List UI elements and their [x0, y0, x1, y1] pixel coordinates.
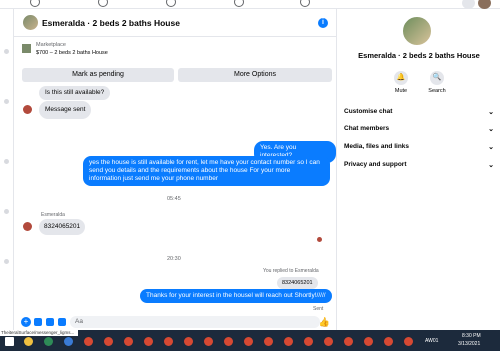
section-customise-chat[interactable]: Customise chat ⌄	[344, 108, 494, 120]
chevron-down-icon: ⌄	[488, 162, 494, 169]
conversation-name: Esmeralda · 2 beds 2 baths House	[358, 51, 480, 60]
chrome-icon[interactable]	[204, 337, 213, 346]
conversation-avatar[interactable]	[401, 15, 433, 47]
chrome-icon[interactable]	[244, 337, 253, 346]
rail-icon[interactable]	[4, 209, 9, 214]
mark-as-pending-button[interactable]: Mark as pending	[22, 68, 174, 82]
reply-note: You replied to Esmeralda	[263, 268, 319, 274]
top-nav	[0, 0, 500, 9]
plus-icon[interactable]: +	[21, 317, 31, 327]
message-bubble: yes the house is still available for ren…	[83, 156, 330, 186]
marketplace-listing[interactable]: Marketplace $700 – 2 beds 2 baths House	[22, 42, 332, 60]
section-label: Media, files and links	[344, 143, 410, 150]
message-bubble: 8324065201	[39, 219, 86, 235]
sender-name: Esmeralda	[41, 212, 65, 218]
taskbar-app-icon[interactable]	[44, 337, 53, 346]
mute-label: Mute	[394, 88, 408, 94]
home-icon[interactable]	[30, 0, 40, 7]
chrome-icon[interactable]	[264, 337, 273, 346]
groups-icon[interactable]	[234, 0, 244, 7]
chrome-icon[interactable]	[344, 337, 353, 346]
clock-date[interactable]: 3/13/2021	[458, 341, 480, 347]
chrome-icon[interactable]	[184, 337, 193, 346]
section-label: Privacy and support	[344, 161, 407, 168]
search-button[interactable]: 🔍 Search	[422, 71, 452, 94]
timestamp: 20:30	[167, 256, 181, 262]
chrome-icon[interactable]	[104, 337, 113, 346]
avatar	[23, 105, 32, 114]
menu-grid-icon[interactable]	[462, 0, 475, 9]
bell-icon: 🔔	[394, 71, 408, 85]
chevron-down-icon: ⌄	[488, 126, 494, 133]
watch-icon[interactable]	[98, 0, 108, 7]
profile-avatar[interactable]	[478, 0, 491, 9]
seen-avatar	[317, 237, 322, 242]
rail-icon[interactable]	[4, 99, 9, 104]
rail-icon[interactable]	[4, 159, 9, 164]
start-icon[interactable]	[5, 337, 14, 346]
taskbar-app-icon[interactable]	[24, 337, 33, 346]
image-icon[interactable]	[34, 318, 42, 326]
aw-label: AW01	[425, 338, 439, 344]
message-bubble: Message sent	[39, 101, 92, 119]
info-icon[interactable]: i	[318, 18, 328, 28]
section-chat-members[interactable]: Chat members ⌄	[344, 125, 494, 137]
sent-status: Sent	[313, 306, 324, 312]
avatar	[23, 222, 32, 231]
message-bubble: Is this still available?	[39, 86, 111, 100]
marketplace-icon[interactable]	[166, 0, 176, 7]
chrome-icon[interactable]	[224, 337, 233, 346]
listing-title: $700 – 2 beds 2 baths House	[36, 50, 108, 56]
clock-time[interactable]: 8:30 PM	[462, 333, 481, 339]
listing-thumbnail	[22, 44, 31, 53]
chrome-icon[interactable]	[124, 337, 133, 346]
chrome-icon[interactable]	[284, 337, 293, 346]
search-icon: 🔍	[430, 71, 444, 85]
chrome-icon[interactable]	[384, 337, 393, 346]
chrome-icon[interactable]	[364, 337, 373, 346]
taskbar-app-icon[interactable]	[64, 337, 73, 346]
chrome-icon[interactable]	[144, 337, 153, 346]
sticker-icon[interactable]	[46, 318, 54, 326]
message-input[interactable]: Aa	[70, 316, 320, 328]
chrome-icon[interactable]	[304, 337, 313, 346]
quoted-message: 8324065201	[277, 277, 318, 289]
section-privacy-support[interactable]: Privacy and support ⌄	[344, 161, 494, 173]
chat-panel: Esmeralda · 2 beds 2 baths House i Marke…	[14, 9, 336, 330]
chat-title[interactable]: Esmeralda · 2 beds 2 baths House	[42, 18, 180, 28]
mute-button[interactable]: 🔔 Mute	[386, 71, 416, 94]
marketplace-label: Marketplace	[36, 42, 66, 48]
conversation-info-panel: Esmeralda · 2 beds 2 baths House 🔔 Mute …	[336, 9, 500, 330]
chevron-down-icon: ⌄	[488, 144, 494, 151]
gaming-icon[interactable]	[300, 0, 310, 7]
like-icon[interactable]: 👍	[319, 317, 330, 328]
section-label: Customise chat	[344, 108, 393, 115]
search-label: Search	[428, 88, 446, 94]
rail-icon[interactable]	[4, 49, 9, 54]
chat-header: Esmeralda · 2 beds 2 baths House i	[14, 9, 336, 37]
rail-icon[interactable]	[4, 259, 9, 264]
messenger-window: Esmeralda · 2 beds 2 baths House i Marke…	[0, 0, 500, 351]
chevron-down-icon: ⌄	[488, 109, 494, 116]
chat-avatar[interactable]	[23, 15, 38, 30]
timestamp: 05:45	[167, 196, 181, 202]
left-rail	[0, 9, 14, 330]
message-bubble: Thanks for your interest in the housel w…	[140, 289, 332, 303]
gif-icon[interactable]	[58, 318, 66, 326]
more-options-button[interactable]: More Options	[178, 68, 332, 82]
status-url: TheiteralSurface/messenger_ligms...	[0, 330, 78, 336]
chrome-icon[interactable]	[84, 337, 93, 346]
chrome-icon[interactable]	[404, 337, 413, 346]
composer-bar: + Aa 👍	[14, 314, 336, 330]
chrome-icon[interactable]	[324, 337, 333, 346]
section-label: Chat members	[344, 125, 390, 132]
chrome-icon[interactable]	[164, 337, 173, 346]
section-media-files[interactable]: Media, files and links ⌄	[344, 143, 494, 155]
